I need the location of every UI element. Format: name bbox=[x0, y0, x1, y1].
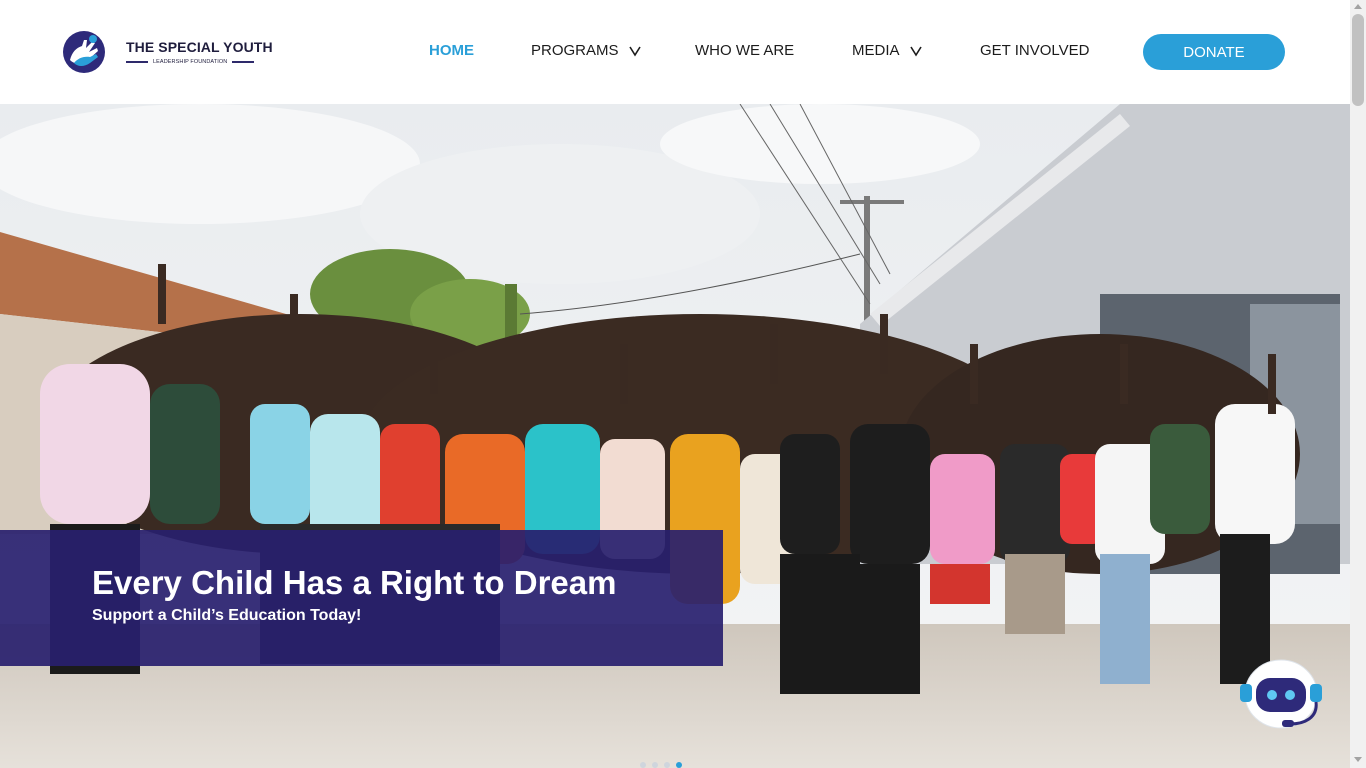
divider bbox=[232, 61, 255, 63]
slider-dot[interactable] bbox=[652, 762, 658, 768]
logo-text: THE SPECIAL YOUTH LEADERSHIP FOUNDATION bbox=[126, 39, 273, 65]
hands-icon bbox=[63, 31, 105, 73]
robot-icon[interactable] bbox=[1238, 654, 1324, 730]
hero-image bbox=[0, 104, 1350, 768]
hero-photo bbox=[0, 104, 1350, 768]
logo-subtitle-row: LEADERSHIP FOUNDATION bbox=[126, 59, 255, 65]
slider-dot[interactable] bbox=[640, 762, 646, 768]
chevron-down-icon bbox=[628, 46, 641, 57]
nav-item-label: HOME bbox=[429, 42, 474, 59]
divider bbox=[126, 61, 148, 63]
hero-title: Every Child Has a Right to Dream bbox=[92, 564, 617, 601]
scroll-up-icon[interactable] bbox=[1354, 4, 1362, 9]
donate-button[interactable]: DONATE bbox=[1143, 34, 1285, 70]
nav-item-programs[interactable]: PROGRAMS bbox=[531, 42, 641, 59]
slider-dot-active[interactable] bbox=[676, 762, 682, 768]
nav-item-home[interactable]: HOME bbox=[429, 42, 474, 59]
nav-item-get-involved[interactable]: GET INVOLVED bbox=[980, 42, 1089, 59]
nav-item-who-we-are[interactable]: WHO WE ARE bbox=[695, 42, 794, 59]
page: THE SPECIAL YOUTH LEADERSHIP FOUNDATION … bbox=[0, 0, 1366, 768]
nav-item-label: WHO WE ARE bbox=[695, 42, 795, 59]
site-header: THE SPECIAL YOUTH LEADERSHIP FOUNDATION … bbox=[0, 0, 1350, 104]
logo-subtitle: LEADERSHIP FOUNDATION bbox=[153, 59, 228, 65]
slider-dot[interactable] bbox=[664, 762, 670, 768]
scroll-thumb[interactable] bbox=[1352, 14, 1364, 106]
slider-dots bbox=[640, 762, 682, 768]
hero-subtitle: Support a Child’s Education Today! bbox=[92, 607, 362, 624]
logo-title: THE SPECIAL YOUTH bbox=[126, 39, 273, 55]
chevron-down-icon bbox=[909, 46, 922, 57]
scroll-down-icon[interactable] bbox=[1354, 757, 1362, 762]
nav-item-label: PROGRAMS bbox=[531, 42, 619, 59]
site-logo[interactable]: THE SPECIAL YOUTH LEADERSHIP FOUNDATION bbox=[62, 30, 273, 74]
nav-item-label: MEDIA bbox=[852, 42, 900, 59]
nav-item-media[interactable]: MEDIA bbox=[852, 42, 922, 59]
nav-item-label: GET INVOLVED bbox=[980, 42, 1090, 59]
page-scrollbar[interactable] bbox=[1350, 0, 1366, 768]
hero-caption: Every Child Has a Right to Dream Support… bbox=[0, 530, 723, 666]
